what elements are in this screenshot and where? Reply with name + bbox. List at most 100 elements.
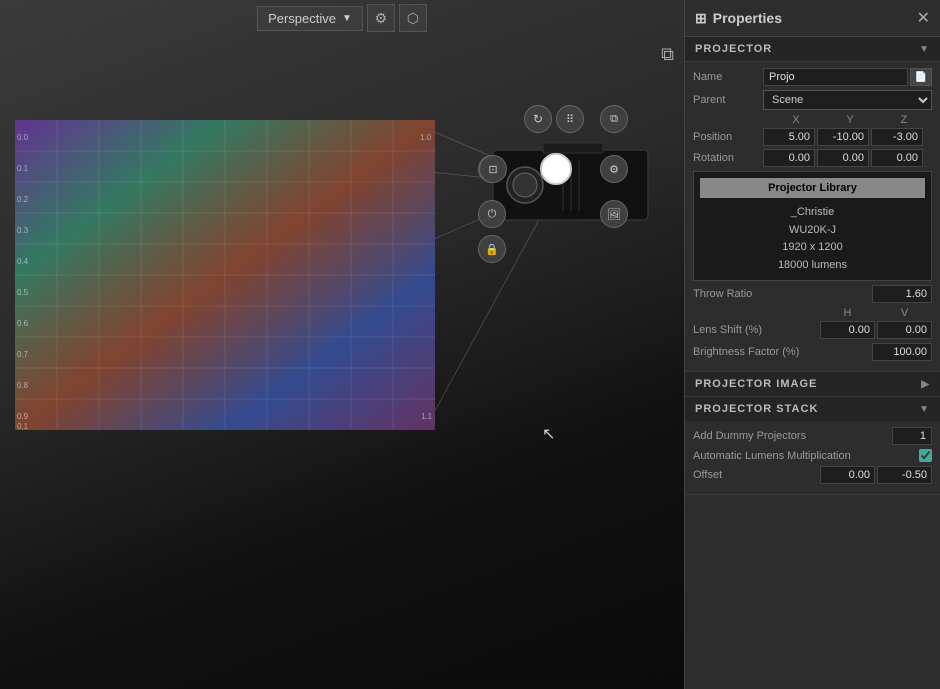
svg-text:0.4: 0.4 [17, 257, 29, 266]
lock-btn[interactable]: 🔒 [478, 235, 506, 263]
settings-icon-btn[interactable]: ⚙ [367, 4, 395, 32]
svg-text:1.0: 1.0 [420, 133, 432, 142]
pos-y-input[interactable] [817, 128, 869, 146]
name-edit-btn[interactable]: 📄 [910, 68, 932, 86]
offset-label: Offset [693, 469, 820, 481]
x-header: X [770, 114, 822, 126]
copy-btn[interactable]: ⧉ [600, 105, 628, 133]
name-input[interactable] [763, 68, 908, 86]
rotate-control-btn[interactable]: ↻ [524, 105, 552, 133]
lens-shift-v-input[interactable] [877, 321, 932, 339]
rot-z-input[interactable] [871, 149, 923, 167]
throw-ratio-label: Throw Ratio [693, 288, 872, 300]
parent-select[interactable]: Scene [763, 90, 932, 110]
auto-lumens-label: Automatic Lumens Multiplication [693, 450, 919, 462]
v-header: V [877, 307, 932, 319]
add-dummy-input[interactable] [892, 427, 932, 445]
brand-label: _Christie [700, 204, 925, 222]
perspective-toolbar: Perspective ▼ ⚙ ⬡ [0, 0, 684, 36]
lumens-label: 18000 lumens [700, 257, 925, 275]
library-info: _Christie WU20K-J 1920 x 1200 18000 lume… [700, 204, 925, 274]
rotation-label: Rotation [693, 152, 763, 164]
projector-image-header[interactable]: PROJECTOR IMAGE ▶ [685, 372, 940, 396]
projector-fields: Name 📄 Parent Scene X Y Z P [685, 62, 940, 372]
library-button[interactable]: Projector Library [700, 178, 925, 198]
projector-section-label: PROJECTOR [695, 43, 772, 55]
projector-section-header: PROJECTOR ▼ [685, 37, 940, 62]
position-inputs [763, 128, 932, 146]
svg-text:0,1: 0,1 [17, 422, 29, 430]
rot-x-input[interactable] [763, 149, 815, 167]
add-dummy-row: Add Dummy Projectors [693, 427, 932, 445]
y-header: Y [824, 114, 876, 126]
lens-shift-h-input[interactable] [820, 321, 875, 339]
svg-text:0.9: 0.9 [17, 412, 29, 421]
name-field-row: Name 📄 [693, 68, 932, 86]
projector-stack-chevron: ▼ [919, 404, 930, 415]
xyz-header-row: X Y Z [693, 114, 932, 126]
parent-field-row: Parent Scene [693, 90, 932, 110]
perspective-dropdown[interactable]: Perspective ▼ [257, 6, 363, 31]
panel-header: ⊞ Properties ✕ [685, 0, 940, 37]
lens-hv-headers: H V [693, 307, 932, 319]
projector-stack-label: PROJECTOR STACK [695, 403, 818, 415]
dropdown-arrow-icon: ▼ [342, 13, 352, 24]
close-button[interactable]: ✕ [917, 8, 930, 28]
offset-v-input[interactable] [877, 466, 932, 484]
power-btn[interactable]: ⏻ [478, 200, 506, 228]
z-header: Z [878, 114, 930, 126]
svg-text:0.7: 0.7 [17, 350, 29, 359]
offset-row: Offset [693, 466, 932, 484]
brightness-label: Brightness Factor (%) [693, 346, 872, 358]
center-indicator [540, 153, 572, 185]
stack-content: Add Dummy Projectors Automatic Lumens Mu… [685, 421, 940, 494]
offset-inputs [820, 466, 932, 484]
projector-image-section: PROJECTOR IMAGE ▶ [685, 372, 940, 397]
projector-stack-header[interactable]: PROJECTOR STACK ▼ [685, 397, 940, 421]
svg-text:0.5: 0.5 [17, 288, 29, 297]
lens-shift-label: Lens Shift (%) [693, 324, 820, 336]
main-viewport: 0.0 0.1 0.2 0.3 0.4 0.5 0.6 0.7 0.8 0.9 … [0, 0, 684, 689]
rot-y-input[interactable] [817, 149, 869, 167]
name-label: Name [693, 71, 763, 83]
rotation-row: Rotation [693, 149, 932, 167]
parent-label: Parent [693, 94, 763, 106]
properties-panel: ⊞ Properties ✕ PROJECTOR ▼ Name 📄 Parent… [684, 0, 940, 689]
projector-image-chevron: ▶ [921, 379, 930, 390]
projector-image-label: PROJECTOR IMAGE [695, 378, 817, 390]
properties-title: Properties [713, 10, 782, 26]
svg-text:0.6: 0.6 [17, 319, 29, 328]
projector-stack-section: PROJECTOR STACK ▼ Add Dummy Projectors A… [685, 397, 940, 495]
name-value-container: 📄 [763, 68, 932, 86]
pos-x-input[interactable] [763, 128, 815, 146]
rotation-inputs [763, 149, 932, 167]
brightness-input[interactable] [872, 343, 932, 361]
throw-ratio-input[interactable] [872, 285, 932, 303]
lens-shift-row: Lens Shift (%) [693, 321, 932, 339]
add-dummy-label: Add Dummy Projectors [693, 430, 892, 442]
parent-value-container: Scene [763, 90, 932, 110]
svg-text:1.1: 1.1 [421, 412, 433, 421]
projector-chevron-icon: ▼ [919, 44, 930, 55]
display-icon-btn[interactable]: ⬡ [399, 4, 427, 32]
image-btn[interactable]: 🖼 [600, 200, 628, 228]
svg-text:0.8: 0.8 [17, 381, 29, 390]
model-label: WU20K-J [700, 222, 925, 240]
projection-screen: 0.0 0.1 0.2 0.3 0.4 0.5 0.6 0.7 0.8 0.9 … [15, 120, 435, 430]
mixer-btn[interactable]: ⚙ [600, 155, 628, 183]
position-label: Position [693, 131, 763, 143]
svg-text:0.0: 0.0 [17, 133, 29, 142]
move-dots-btn[interactable]: ⠿ [556, 105, 584, 133]
panel-title: ⊞ Properties [695, 10, 782, 27]
screen-btn[interactable]: ⊡ [479, 155, 507, 183]
pos-z-input[interactable] [871, 128, 923, 146]
svg-text:0.2: 0.2 [17, 195, 29, 204]
auto-lumens-checkbox[interactable] [919, 449, 932, 462]
projector-device-svg [483, 135, 658, 240]
layer-icon[interactable]: ⧉ [661, 44, 674, 65]
library-box: Projector Library _Christie WU20K-J 1920… [693, 171, 932, 281]
auto-lumens-row: Automatic Lumens Multiplication [693, 449, 932, 462]
brightness-row: Brightness Factor (%) [693, 343, 932, 361]
throw-ratio-row: Throw Ratio [693, 285, 932, 303]
offset-h-input[interactable] [820, 466, 875, 484]
